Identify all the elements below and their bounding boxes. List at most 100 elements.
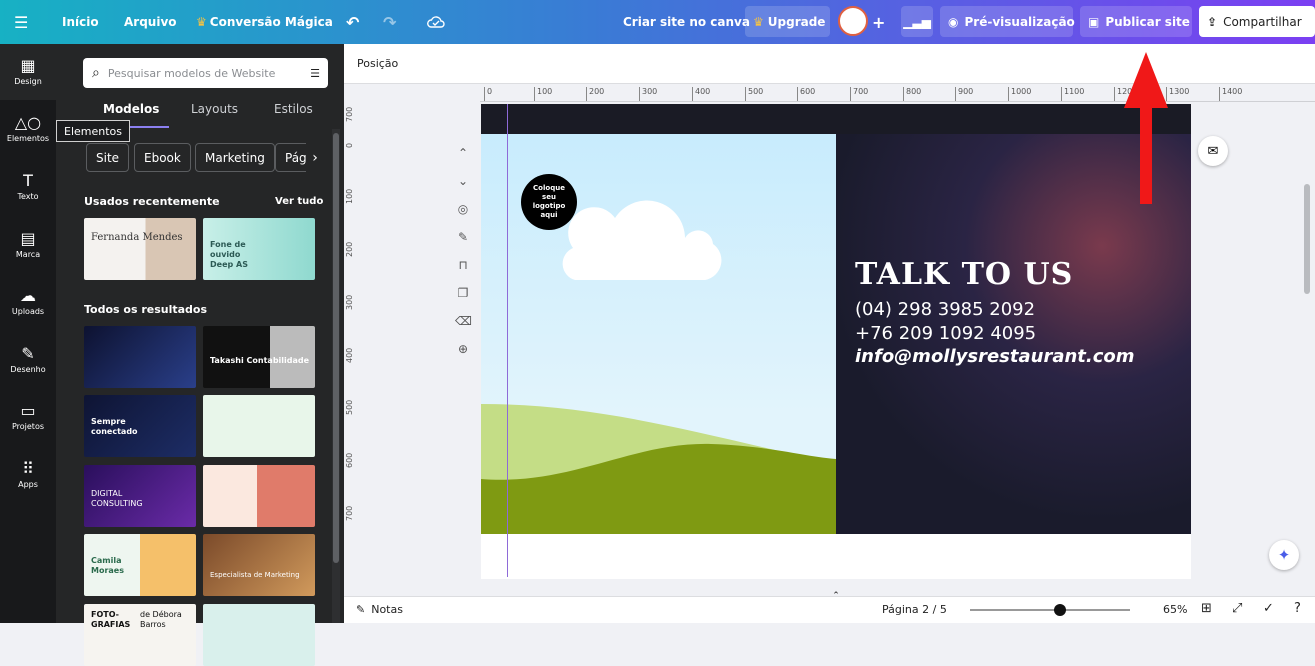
rail-label: Desenho <box>10 365 46 374</box>
home-button[interactable]: Início <box>62 0 99 44</box>
template-thumb[interactable]: Fone de ouvido Deep AS <box>203 218 315 280</box>
search-icon: ⌕ <box>92 65 100 81</box>
cloud-saved-icon[interactable] <box>427 0 445 44</box>
comment-icon[interactable]: ✉ <box>1198 136 1228 166</box>
analytics-button[interactable]: ▁▃▅ <box>901 6 933 37</box>
rail-brand[interactable]: ▤ Marca <box>0 217 56 273</box>
previous-page-bottom <box>481 104 1191 134</box>
rail-apps[interactable]: ⠿ Apps <box>0 447 56 503</box>
apps-grid-icon: ⠿ <box>22 459 34 478</box>
move-up-icon[interactable]: ⌃ <box>455 139 471 167</box>
template-thumb[interactable]: DIGITAL CONSULTING <box>84 465 196 527</box>
eye-icon: ◉ <box>948 14 959 29</box>
template-thumb[interactable]: FOTO-GRAFIAS de Débora Barros <box>84 604 196 666</box>
fullscreen-icon[interactable]: ⤢ <box>1232 601 1242 616</box>
logo-placeholder[interactable]: Coloque seu logotipo aqui <box>521 174 577 230</box>
move-down-icon[interactable]: ⌄ <box>455 167 471 195</box>
rail-projects[interactable]: ▭ Projetos <box>0 389 56 445</box>
rail-uploads[interactable]: ☁ Uploads <box>0 274 56 330</box>
publish-site-button[interactable]: ▣ Publicar site <box>1080 6 1192 37</box>
check-icon[interactable]: ✓ <box>1263 601 1274 616</box>
zoom-slider-knob[interactable] <box>1053 604 1066 616</box>
chevron-up-icon[interactable]: ⌃ <box>828 591 844 601</box>
ruler-tick: 700 <box>850 87 868 101</box>
redo-icon[interactable]: ↷ <box>383 0 396 44</box>
edit-notes-icon[interactable]: ✎ <box>455 223 471 251</box>
preview-button[interactable]: ◉ Pré-visualização <box>940 6 1075 37</box>
vertical-ruler: 700 0 100 200 300 400 500 600 700 <box>344 102 358 582</box>
chip-marketing[interactable]: Marketing <box>195 143 275 172</box>
email-line[interactable]: info@mollysrestaurant.com <box>855 346 1135 367</box>
rail-elements[interactable]: △○ Elementos <box>0 101 56 157</box>
rail-label: Apps <box>18 480 38 489</box>
filter-icon[interactable]: ☰ <box>310 67 320 80</box>
chip-site[interactable]: Site <box>86 143 130 172</box>
template-thumb[interactable]: Sempre conectado <box>84 395 196 457</box>
undo-icon[interactable]: ↶ <box>346 0 359 44</box>
hide-icon[interactable]: ◎ <box>455 195 471 223</box>
ruler-tick: 300 <box>345 294 354 310</box>
file-menu[interactable]: Arquivo <box>124 0 177 44</box>
canvas-scrollbar-thumb[interactable] <box>1304 184 1310 294</box>
search-placeholder: Pesquisar modelos de Website <box>107 66 276 80</box>
help-icon[interactable]: ? <box>1294 601 1301 616</box>
rail-label: Elementos <box>6 134 50 143</box>
page-canvas[interactable]: Coloque seu logotipo aqui TALK TO US (04… <box>481 134 1191 534</box>
template-thumb[interactable] <box>203 465 315 527</box>
template-thumb[interactable] <box>203 604 315 666</box>
rail-label: Texto <box>17 192 39 201</box>
page-indicator[interactable]: Página 2 / 5 <box>882 603 947 616</box>
search-input[interactable]: ⌕ Pesquisar modelos de Website ☰ <box>83 58 328 88</box>
share-icon: ⇪ <box>1207 14 1218 29</box>
chevron-right-icon[interactable]: › <box>306 143 324 172</box>
duplicate-icon[interactable]: ❐ <box>455 279 471 307</box>
magic-assistant-icon[interactable]: ✦ <box>1269 540 1299 570</box>
position-button[interactable]: Posição <box>357 57 398 70</box>
canvas-scrollbar[interactable] <box>1302 88 1314 578</box>
ruler-tick: 500 <box>345 399 354 415</box>
tab-styles[interactable]: Estilos <box>274 102 313 116</box>
add-page-icon[interactable]: ⊕ <box>455 335 471 363</box>
notes-button[interactable]: ✎ Notas <box>356 603 403 616</box>
magic-conversion-label: Conversão Mágica <box>209 15 333 29</box>
zoom-slider[interactable] <box>970 604 1130 616</box>
website-icon: ▣ <box>1088 14 1100 29</box>
share-button[interactable]: ⇪ Compartilhar <box>1199 6 1315 37</box>
template-thumb[interactable]: Fernanda Mendes <box>84 218 196 280</box>
panel-scrollbar[interactable] <box>332 129 340 623</box>
tab-layouts[interactable]: Layouts <box>191 102 238 116</box>
template-thumb[interactable]: Especialista de Marketing <box>203 534 315 596</box>
phone-line-2[interactable]: +76 209 1092 4095 <box>855 323 1036 344</box>
text-icon: T <box>23 171 33 190</box>
ruler-tick: 900 <box>955 87 973 101</box>
tab-templates[interactable]: Modelos <box>103 102 159 116</box>
panel-scrollbar-thumb[interactable] <box>333 133 339 563</box>
rail-draw[interactable]: ✎ Desenho <box>0 332 56 388</box>
phone-line-1[interactable]: (04) 298 3985 2092 <box>855 299 1035 320</box>
folder-icon: ▭ <box>20 401 36 420</box>
template-thumb[interactable] <box>203 395 315 457</box>
ruler-tick: 200 <box>586 87 604 101</box>
magic-conversion-button[interactable]: ♛ Conversão Mágica <box>196 0 333 44</box>
menu-icon[interactable]: ☰ <box>14 0 28 44</box>
lock-icon[interactable]: ⊓ <box>455 251 471 279</box>
upgrade-button[interactable]: ♛ Upgrade <box>745 6 830 37</box>
template-thumb[interactable] <box>84 326 196 388</box>
rail-design[interactable]: ▦ Design <box>0 44 56 100</box>
see-all-link[interactable]: Ver tudo <box>275 196 323 207</box>
chip-ebook[interactable]: Ebook <box>134 143 191 172</box>
ruler-tick: 600 <box>345 452 354 468</box>
ruler-tick: 600 <box>797 87 815 101</box>
grid-view-icon[interactable]: ⊞ <box>1201 601 1212 616</box>
rail-label: Marca <box>15 250 41 259</box>
trash-icon[interactable]: ⌫ <box>455 307 472 335</box>
template-thumb[interactable]: Camila Moraes <box>84 534 196 596</box>
template-thumb[interactable]: Takashi Contabilidade <box>203 326 315 388</box>
create-site-button[interactable]: Criar site no canva <box>623 0 750 44</box>
publish-label: Publicar site <box>1105 14 1190 29</box>
add-collaborator-icon[interactable]: + <box>872 0 885 44</box>
rail-text[interactable]: T Texto <box>0 159 56 215</box>
contact-heading[interactable]: TALK TO US <box>855 257 1073 292</box>
zoom-level[interactable]: 65% <box>1163 603 1187 616</box>
avatar[interactable] <box>838 6 868 36</box>
